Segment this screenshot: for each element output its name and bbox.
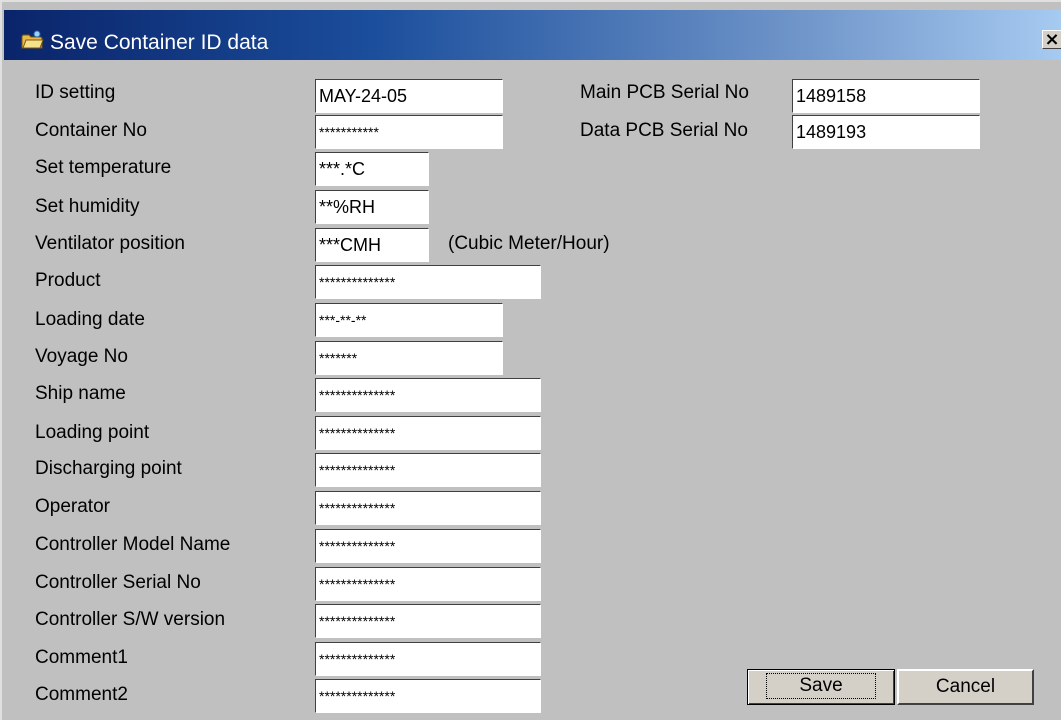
window-title: Save Container ID data	[50, 31, 269, 54]
cancel-button[interactable]: Cancel	[897, 669, 1034, 705]
id-setting-field[interactable]: MAY-24-05	[315, 79, 503, 113]
comment2-field[interactable]: **************	[315, 679, 541, 713]
loading-date-field[interactable]: ***-**-**	[315, 303, 503, 337]
cancel-button-label: Cancel	[935, 676, 996, 697]
set-humidity-field[interactable]: **%RH	[315, 190, 429, 224]
save-container-id-dialog: Save Container ID data × ID setting MAY-…	[0, 0, 1061, 720]
operator-field[interactable]: **************	[315, 491, 541, 525]
label-ship-name: Ship name	[35, 383, 126, 404]
label-operator: Operator	[35, 496, 110, 517]
label-loading-date: Loading date	[35, 309, 145, 330]
label-set-temperature: Set temperature	[35, 157, 172, 178]
save-button[interactable]: Save	[747, 669, 895, 705]
save-button-label: Save	[766, 673, 876, 699]
ventilator-unit-note: (Cubic Meter/Hour)	[448, 233, 610, 254]
label-controller-serial-no: Controller Serial No	[35, 572, 201, 593]
label-set-humidity: Set humidity	[35, 196, 140, 217]
controller-model-name-field[interactable]: **************	[315, 529, 541, 563]
data-pcb-serial-field[interactable]: 1489193	[792, 115, 980, 149]
label-container-no: Container No	[35, 120, 147, 141]
main-pcb-serial-field[interactable]: 1489158	[792, 79, 980, 113]
discharging-point-field[interactable]: **************	[315, 453, 541, 487]
label-comment2: Comment2	[35, 684, 128, 705]
loading-point-field[interactable]: **************	[315, 416, 541, 450]
label-controller-sw-version: Controller S/W version	[35, 609, 226, 630]
close-icon: ×	[1044, 29, 1060, 50]
controller-serial-no-field[interactable]: **************	[315, 567, 541, 601]
label-data-pcb-serial: Data PCB Serial No	[580, 120, 748, 141]
close-button[interactable]: ×	[1042, 30, 1061, 49]
app-icon	[20, 30, 44, 57]
ship-name-field[interactable]: **************	[315, 378, 541, 412]
label-id-setting: ID setting	[35, 82, 116, 103]
label-discharging-point: Discharging point	[35, 458, 182, 479]
label-main-pcb-serial: Main PCB Serial No	[580, 82, 749, 103]
set-temperature-field[interactable]: ***.*C	[315, 152, 429, 186]
ventilator-position-field[interactable]: ***CMH	[315, 228, 429, 262]
label-ventilator-position: Ventilator position	[35, 233, 185, 254]
label-voyage-no: Voyage No	[35, 346, 128, 367]
title-bar[interactable]: Save Container ID data ×	[4, 10, 1061, 60]
label-comment1: Comment1	[35, 647, 128, 668]
voyage-no-field[interactable]: *******	[315, 341, 503, 375]
controller-sw-version-field[interactable]: **************	[315, 604, 541, 638]
label-loading-point: Loading point	[35, 422, 150, 443]
product-field[interactable]: **************	[315, 265, 541, 299]
container-no-field[interactable]: ***********	[315, 115, 503, 149]
label-product: Product	[35, 270, 101, 291]
label-controller-model-name: Controller Model Name	[35, 534, 231, 555]
comment1-field[interactable]: **************	[315, 642, 541, 676]
